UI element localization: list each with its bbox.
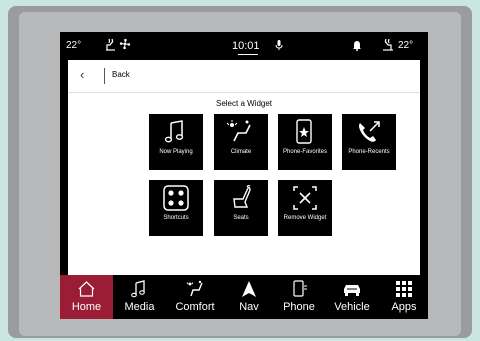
phone-favorites-icon	[278, 119, 332, 145]
apps-grid-icon	[380, 280, 428, 298]
phone-recents-icon	[342, 119, 396, 145]
status-bar: 22° 10:01 22°	[60, 32, 428, 60]
music-note-icon	[149, 119, 203, 145]
nav-apps[interactable]: Apps	[380, 275, 428, 319]
nav-vehicle[interactable]: Vehicle	[324, 275, 380, 319]
seat-icon	[214, 185, 268, 211]
clock: 10:01	[232, 40, 260, 52]
clock-underline	[238, 54, 258, 55]
heated-seat-icon[interactable]	[104, 38, 118, 55]
divider	[104, 68, 105, 84]
remove-widget-icon	[278, 185, 332, 211]
widget-remove-widget[interactable]: Remove Widget	[278, 180, 332, 236]
nav-label: Home	[71, 301, 102, 313]
comfort-icon	[166, 280, 224, 298]
nav-comfort[interactable]: Comfort	[166, 275, 224, 319]
nav-label: Nav	[239, 301, 259, 313]
nav-label: Vehicle	[334, 301, 370, 313]
phone-icon	[274, 280, 324, 298]
widget-phone-favorites[interactable]: Phone-Favorites	[278, 114, 332, 170]
nav-label: Apps	[391, 301, 417, 313]
nav-phone[interactable]: Phone	[274, 275, 324, 319]
widget-label: Shortcuts	[163, 215, 189, 221]
widget-label: Seats	[233, 215, 249, 221]
nav-media[interactable]: Media	[113, 275, 166, 319]
widget-shortcuts[interactable]: Shortcuts	[149, 180, 203, 236]
screen: 22° 10:01 22° ‹ Back Select a Widget Now…	[60, 32, 428, 319]
widget-phone-recents[interactable]: Phone-Recents	[342, 114, 396, 170]
back-button[interactable]: Back	[112, 70, 130, 79]
driver-temperature[interactable]: 22°	[66, 40, 81, 51]
widget-climate[interactable]: Climate	[214, 114, 268, 170]
climate-icon	[214, 119, 268, 145]
passenger-heated-seat-icon[interactable]	[380, 38, 396, 55]
widget-label: Now Playing	[159, 149, 193, 155]
widget-now-playing[interactable]: Now Playing	[149, 114, 203, 170]
navigation-arrow-icon	[224, 280, 274, 298]
widget-seats[interactable]: Seats	[214, 180, 268, 236]
nav-nav[interactable]: Nav	[224, 275, 274, 319]
widget-label: Phone-Favorites	[282, 149, 328, 155]
widget-label: Phone-Recents	[348, 149, 390, 155]
widget-selection-panel: ‹ Back Select a Widget Now Playing Clima…	[68, 60, 420, 285]
notification-bell-icon[interactable]	[352, 40, 362, 54]
passenger-temperature[interactable]: 22°	[398, 40, 413, 51]
back-chevron-icon[interactable]: ‹	[80, 67, 84, 82]
widget-label: Climate	[230, 149, 252, 155]
fan-icon[interactable]	[118, 37, 132, 54]
nav-home[interactable]: Home	[60, 275, 113, 319]
shortcuts-icon	[149, 185, 203, 211]
nav-label: Comfort	[175, 301, 215, 313]
section-title: Select a Widget	[215, 99, 273, 108]
nav-label: Phone	[283, 301, 315, 313]
back-bar: ‹ Back	[68, 60, 420, 93]
home-icon	[60, 280, 113, 298]
music-note-icon	[113, 280, 166, 298]
bottom-nav-bar: Home Media Comfort Nav Phone Vehicle App…	[60, 275, 428, 319]
microphone-icon[interactable]	[275, 40, 283, 54]
car-icon	[324, 280, 380, 298]
widget-label: Remove Widget	[283, 215, 327, 221]
nav-label: Media	[124, 301, 155, 313]
